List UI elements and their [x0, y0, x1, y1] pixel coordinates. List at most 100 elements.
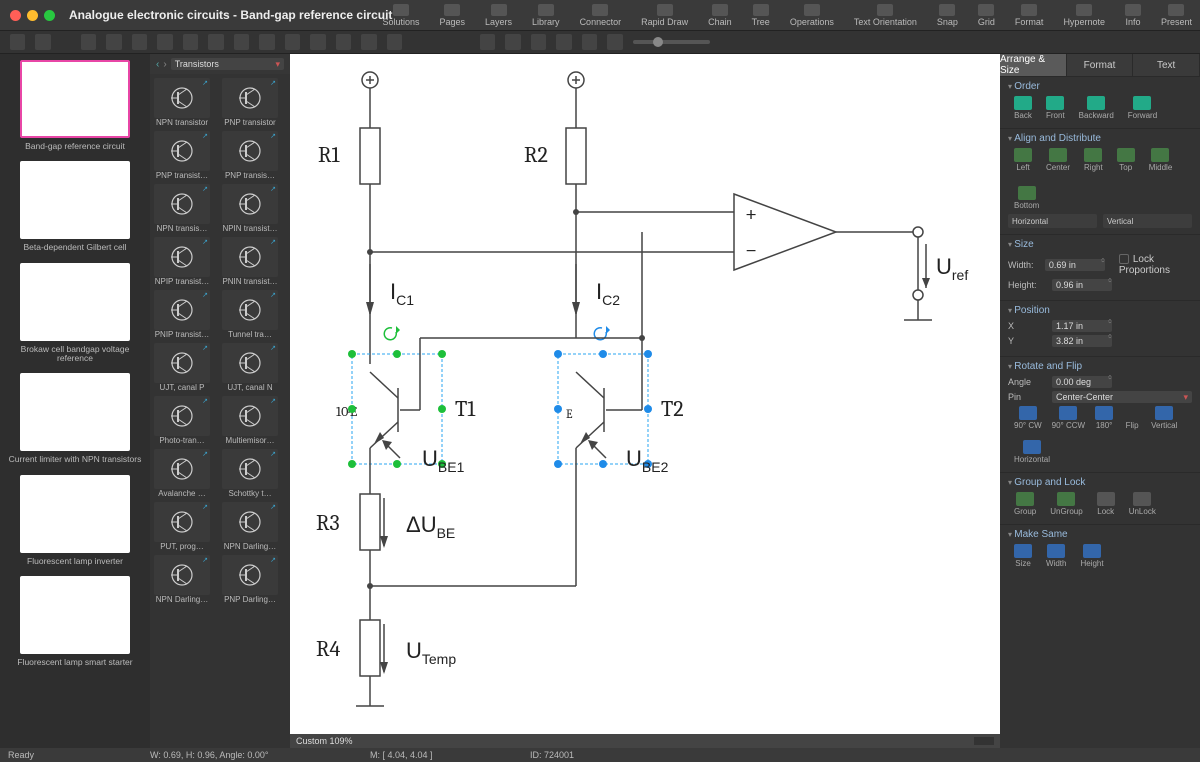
library-item-10[interactable]: UJT, canal P: [154, 343, 218, 392]
menu-solutions[interactable]: Solutions: [382, 4, 419, 27]
order-forward[interactable]: Forward: [1128, 96, 1157, 120]
make-same-size[interactable]: Size: [1014, 544, 1032, 568]
library-item-6[interactable]: NPIP transist…: [154, 237, 218, 286]
menu-info[interactable]: Info: [1125, 4, 1141, 27]
height-field[interactable]: 0.96 in: [1052, 279, 1112, 291]
library-item-2[interactable]: PNP transist…: [154, 131, 218, 180]
tool-brush[interactable]: [556, 34, 571, 50]
align-left[interactable]: Left: [1014, 148, 1032, 172]
rotate-90cw[interactable]: 90° CW: [1014, 406, 1042, 430]
close-icon[interactable]: [10, 10, 21, 21]
tool-table[interactable]: [387, 34, 402, 50]
tool-crop[interactable]: [607, 34, 622, 50]
order-backward[interactable]: Backward: [1079, 96, 1114, 120]
menu-connector[interactable]: Connector: [580, 4, 622, 27]
library-item-14[interactable]: Avalanche …: [154, 449, 218, 498]
library-item-17[interactable]: NPN Darling…: [222, 502, 286, 551]
zoom-label[interactable]: Custom 109%: [296, 736, 353, 746]
angle-field[interactable]: 0.00 deg: [1052, 376, 1112, 388]
lock-proportions-checkbox[interactable]: [1119, 254, 1129, 264]
library-item-19[interactable]: PNP Darling…: [222, 555, 286, 604]
menu-text-orientation[interactable]: Text Orientation: [854, 4, 917, 27]
distribute-vertical[interactable]: Vertical: [1103, 214, 1192, 228]
tool-polyline[interactable]: [310, 34, 325, 50]
tool-smart-connector[interactable]: [361, 34, 376, 50]
tool-magic[interactable]: [582, 34, 597, 50]
make-same-width[interactable]: Width: [1046, 544, 1066, 568]
library-item-12[interactable]: Photo-tran…: [154, 396, 218, 445]
tab-format[interactable]: Format: [1067, 54, 1134, 76]
y-field[interactable]: 3.82 in: [1052, 335, 1112, 347]
order-front[interactable]: Front: [1046, 96, 1065, 120]
library-item-11[interactable]: UJT, canal N: [222, 343, 286, 392]
menu-grid[interactable]: Grid: [978, 4, 995, 27]
thumbnail-0[interactable]: Band-gap reference circuit: [6, 60, 144, 151]
thumbnail-1[interactable]: Beta-dependent Gilbert cell: [6, 161, 144, 252]
rotate-180[interactable]: 180°: [1095, 406, 1113, 430]
pin-select[interactable]: Center-Center: [1052, 391, 1192, 403]
library-item-5[interactable]: NPIN transist…: [222, 184, 286, 233]
tool-line[interactable]: [208, 34, 223, 50]
library-item-7[interactable]: PNIN transist…: [222, 237, 286, 286]
tool-select[interactable]: [10, 34, 25, 50]
x-field[interactable]: 1.17 in: [1052, 320, 1112, 332]
align-middle[interactable]: Middle: [1149, 148, 1173, 172]
menu-operations[interactable]: Operations: [790, 4, 834, 27]
minimize-icon[interactable]: [27, 10, 38, 21]
library-item-8[interactable]: PNIP transist…: [154, 290, 218, 339]
library-forward[interactable]: ›: [163, 59, 166, 70]
tool-textbox[interactable]: [132, 34, 147, 50]
tab-text[interactable]: Text: [1133, 54, 1200, 76]
menu-format[interactable]: Format: [1015, 4, 1044, 27]
library-item-4[interactable]: NPN transis…: [154, 184, 218, 233]
tool-zoom[interactable]: [480, 34, 495, 50]
menu-present[interactable]: Present: [1161, 4, 1192, 27]
library-item-15[interactable]: Schottky t…: [222, 449, 286, 498]
library-item-3[interactable]: PNP transis…: [222, 131, 286, 180]
zoom-icon[interactable]: [44, 10, 55, 21]
library-item-1[interactable]: PNP transistor: [222, 78, 286, 127]
drawing-canvas[interactable]: R1 R2 + − Uref IC1 IC2: [290, 54, 1000, 748]
scroll-thumb[interactable]: [974, 737, 994, 745]
flip-horizontal[interactable]: Horizontal: [1014, 440, 1050, 464]
align-right[interactable]: Right: [1084, 148, 1103, 172]
align-center[interactable]: Center: [1046, 148, 1070, 172]
order-back[interactable]: Back: [1014, 96, 1032, 120]
menu-layers[interactable]: Layers: [485, 4, 512, 27]
tool-text[interactable]: [35, 34, 50, 50]
menu-rapid-draw[interactable]: Rapid Draw: [641, 4, 688, 27]
width-field[interactable]: 0.69 in: [1045, 259, 1105, 271]
menu-chain[interactable]: Chain: [708, 4, 732, 27]
library-category-select[interactable]: Transistors: [171, 58, 284, 70]
menu-snap[interactable]: Snap: [937, 4, 958, 27]
menu-tree[interactable]: Tree: [752, 4, 770, 27]
tool-ellipse[interactable]: [106, 34, 121, 50]
unlock-button[interactable]: UnLock: [1129, 492, 1156, 516]
make-same-height[interactable]: Height: [1080, 544, 1103, 568]
flip-vertical[interactable]: Vertical: [1151, 406, 1177, 430]
library-back[interactable]: ‹: [156, 59, 159, 70]
tab-arrange[interactable]: Arrange & Size: [1000, 54, 1067, 76]
tool-arc[interactable]: [234, 34, 249, 50]
align-bottom[interactable]: Bottom: [1014, 186, 1039, 210]
tool-connector[interactable]: [336, 34, 351, 50]
thumbnail-2[interactable]: Brokaw cell bandgap voltage reference: [6, 263, 144, 364]
tool-spline[interactable]: [259, 34, 274, 50]
ungroup-button[interactable]: UnGroup: [1050, 492, 1082, 516]
zoom-slider[interactable]: [633, 40, 710, 44]
tool-pencil[interactable]: [183, 34, 198, 50]
group-button[interactable]: Group: [1014, 492, 1036, 516]
library-item-13[interactable]: Multiemisor…: [222, 396, 286, 445]
thumbnail-5[interactable]: Fluorescent lamp smart starter: [6, 576, 144, 667]
library-item-9[interactable]: Tunnel tra…: [222, 290, 286, 339]
tool-bezier[interactable]: [285, 34, 300, 50]
rotate-90ccw[interactable]: 90° CCW: [1052, 406, 1085, 430]
menu-pages[interactable]: Pages: [440, 4, 466, 27]
align-top[interactable]: Top: [1117, 148, 1135, 172]
slider-knob[interactable]: [653, 37, 663, 47]
tool-rect[interactable]: [81, 34, 96, 50]
tool-callout[interactable]: [157, 34, 172, 50]
lock-button[interactable]: Lock: [1097, 492, 1115, 516]
tool-eyedropper[interactable]: [531, 34, 546, 50]
library-item-16[interactable]: PUT, prog…: [154, 502, 218, 551]
